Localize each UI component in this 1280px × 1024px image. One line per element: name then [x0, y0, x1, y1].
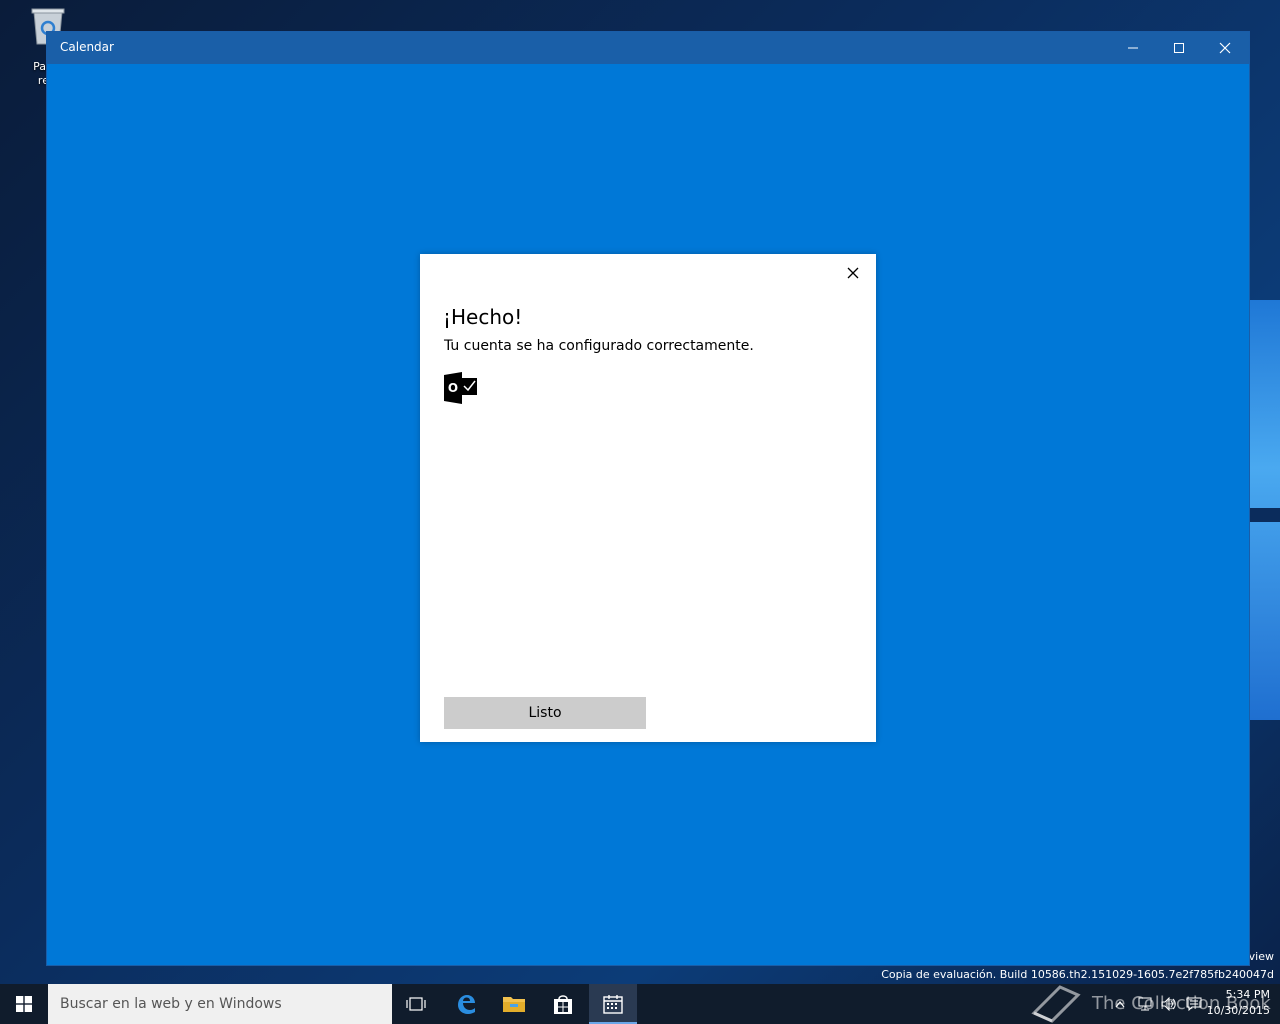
- calendar-icon: [603, 995, 623, 1014]
- build-watermark: Copia de evaluación. Build 10586.th2.151…: [881, 968, 1274, 981]
- minimize-button[interactable]: [1110, 32, 1156, 64]
- calendar-window: Calendar ¡Hecho! Tu cuenta se ha configu…: [47, 32, 1249, 965]
- done-button[interactable]: Listo: [444, 697, 646, 729]
- close-icon: [847, 267, 859, 279]
- store-icon: [554, 995, 572, 1014]
- task-view-button[interactable]: [392, 984, 440, 1024]
- maximize-button[interactable]: [1156, 32, 1202, 64]
- close-window-button[interactable]: [1202, 32, 1248, 64]
- book-logo-icon: [1031, 985, 1081, 1023]
- account-icon-letter: O: [448, 381, 458, 395]
- window-titlebar[interactable]: Calendar: [47, 32, 1249, 64]
- outlook-account-icon: O: [444, 372, 478, 404]
- minimize-icon: [1128, 47, 1138, 49]
- maximize-icon: [1174, 43, 1184, 53]
- dialog-close-button[interactable]: [842, 262, 864, 284]
- window-title: Calendar: [60, 40, 114, 54]
- windows-logo-icon: [16, 996, 32, 1012]
- close-icon: [1219, 42, 1231, 54]
- search-box[interactable]: Buscar en la web y en Windows: [48, 984, 392, 1024]
- edge-icon: [458, 995, 475, 1014]
- start-button[interactable]: [0, 984, 48, 1024]
- windows-logo-wallpaper: [1248, 300, 1280, 720]
- edge-button[interactable]: [442, 984, 490, 1024]
- dialog-message: Tu cuenta se ha configurado correctament…: [444, 338, 754, 354]
- task-view-icon: [406, 997, 426, 1011]
- account-setup-dialog: ¡Hecho! Tu cuenta se ha configurado corr…: [420, 254, 876, 742]
- file-explorer-button[interactable]: [490, 984, 538, 1024]
- calendar-taskbar-button[interactable]: [589, 984, 637, 1024]
- folder-icon: [503, 997, 525, 1012]
- store-button[interactable]: [539, 984, 587, 1024]
- search-placeholder: Buscar en la web y en Windows: [60, 996, 282, 1012]
- collection-book-watermark: The Collection Book: [1030, 982, 1271, 1024]
- brand-text: The Collection Book: [1092, 992, 1271, 1014]
- dialog-heading: ¡Hecho!: [443, 305, 523, 329]
